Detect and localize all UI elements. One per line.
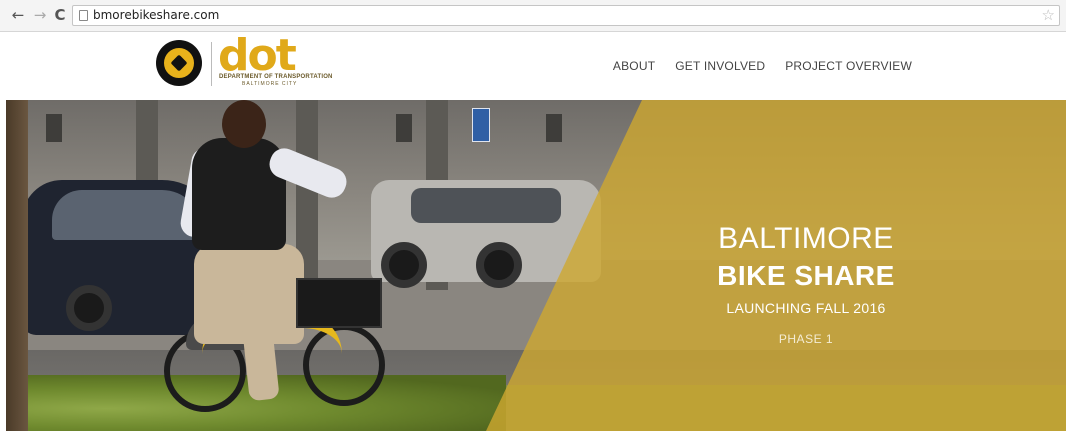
building-window <box>46 114 62 142</box>
seal-inner <box>162 46 196 80</box>
building-window <box>396 114 412 142</box>
url-text[interactable]: bmorebikeshare.com <box>93 8 219 22</box>
seal-emblem <box>170 54 188 72</box>
site-header: dot DEPARTMENT OF TRANSPORTATION BALTIMO… <box>0 32 1066 100</box>
dot-logo[interactable]: dot <box>218 34 297 78</box>
building-window <box>546 114 562 142</box>
dot-logo-subtitle: DEPARTMENT OF TRANSPORTATION <box>219 74 333 80</box>
rider-head <box>222 100 266 148</box>
sedan-window <box>52 190 202 240</box>
city-seal-logo[interactable] <box>156 40 202 86</box>
hero-subtitle-launch: LAUNCHING FALL 2016 <box>726 300 886 316</box>
back-arrow-icon[interactable]: ← <box>10 7 26 23</box>
sedan-wheel <box>66 285 112 331</box>
hero-title-baltimore: BALTIMORE <box>718 222 894 255</box>
nav-about[interactable]: ABOUT <box>613 59 655 73</box>
nav-get-involved[interactable]: GET INVOLVED <box>675 59 765 73</box>
reload-icon[interactable]: C <box>52 7 68 23</box>
logo-divider <box>211 42 212 86</box>
tree-trunk <box>6 100 28 431</box>
hero-phase-label: PHASE 1 <box>778 332 834 346</box>
address-bar[interactable]: bmorebikeshare.com ☆ <box>72 5 1060 26</box>
main-nav: ABOUT GET INVOLVED PROJECT OVERVIEW <box>613 59 912 73</box>
hero-banner: BALTIMORE BIKE SHARE LAUNCHING FALL 2016… <box>6 100 1066 431</box>
hero-title-bike-share: BIKE SHARE <box>717 260 895 291</box>
bookmark-star-icon[interactable]: ☆ <box>1042 6 1055 24</box>
parking-sign <box>472 108 490 142</box>
forward-arrow-icon[interactable]: → <box>32 7 48 23</box>
dot-logo-city: BALTIMORE CITY <box>242 81 298 87</box>
bike-basket <box>296 278 382 328</box>
suv-window <box>411 188 561 223</box>
suv-wheel <box>476 242 522 288</box>
page-icon <box>79 10 88 21</box>
suv-wheel <box>381 242 427 288</box>
nav-project-overview[interactable]: PROJECT OVERVIEW <box>785 59 912 73</box>
browser-toolbar: ← → C bmorebikeshare.com ☆ <box>0 0 1066 32</box>
